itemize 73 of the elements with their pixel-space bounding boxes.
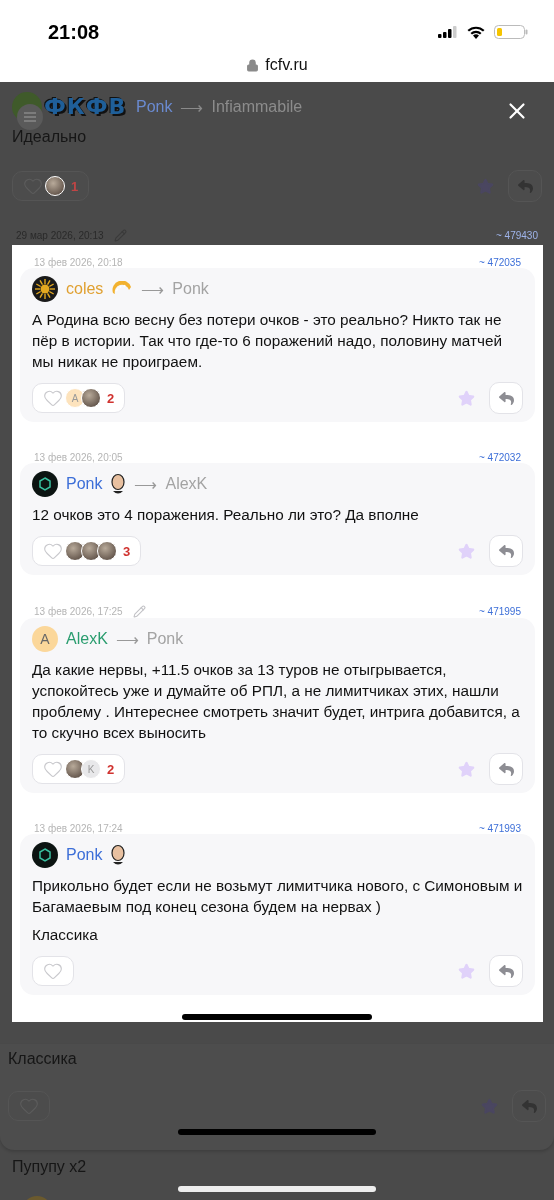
star-icon xyxy=(458,760,475,778)
like-count: 2 xyxy=(107,761,115,777)
liker-avatar: A xyxy=(65,388,85,408)
author-name[interactable]: Ponk xyxy=(66,846,103,864)
liker-avatar-icon xyxy=(65,541,85,561)
person-icon xyxy=(110,844,127,866)
star-icon xyxy=(458,962,475,980)
comment-date: 13 фев 2026, 20:18 xyxy=(34,257,123,268)
reply-icon xyxy=(498,543,514,559)
like-button[interactable]: 3 xyxy=(32,536,142,566)
reply-button[interactable] xyxy=(508,170,542,202)
comment-date: 13 фев 2026, 20:05 xyxy=(34,452,123,463)
recipient-name[interactable]: Ponk xyxy=(172,280,209,298)
comment-text: Да какие нервы, +11.5 очков за 13 туров не отыгрывается, успокойтесь уже и думайте об РПЛ, а не лимитчиках этих, нашли проблему . Интереснее смотреть значит будет, интрига добавится, а то скучно всех выносить xyxy=(32,660,521,743)
liker-avatar-icon xyxy=(65,759,85,779)
star-icon xyxy=(458,389,475,407)
reply-icon xyxy=(517,178,533,194)
star-icon xyxy=(458,542,475,560)
heart-icon xyxy=(43,388,63,408)
liker-avatar-icon xyxy=(97,541,117,561)
menu-button[interactable] xyxy=(17,104,43,130)
signal-icon xyxy=(438,26,458,38)
comment-text: Классика xyxy=(8,1050,78,1068)
reply-icon xyxy=(498,761,514,777)
like-count: 3 xyxy=(123,543,131,559)
like-button[interactable]: A 2 xyxy=(32,383,126,413)
author-name[interactable]: Ponk xyxy=(66,475,103,493)
lock-icon xyxy=(246,58,260,72)
liker-avatar-icon xyxy=(45,176,65,196)
arrow-icon: ⟶ xyxy=(115,629,139,649)
avatar-icon xyxy=(32,842,58,868)
battery-icon xyxy=(494,25,528,39)
arrow-icon: ⟶ xyxy=(180,97,204,117)
reply-icon xyxy=(498,963,514,979)
comment-link[interactable]: ~ 471993 xyxy=(479,823,521,834)
arrow-icon: ⟶ xyxy=(134,474,158,494)
like-count: 2 xyxy=(107,390,115,406)
status-time: 21:08 xyxy=(48,20,100,44)
comment-text: 12 очков это 4 поражения. Реально ли это? Да вполне xyxy=(32,505,420,525)
recipient-name[interactable]: Infiammabile xyxy=(211,98,303,116)
pastry-icon xyxy=(111,281,134,297)
avatar: A xyxy=(32,626,58,652)
menu-icon xyxy=(23,112,37,122)
comment-text: Прикольно будет если не возьмут лимитчика нового, с Симоновым и Багамаевым под конец сезона будем на нервах ) xyxy=(32,876,523,917)
comment-text: Классика xyxy=(32,925,99,945)
avatar-icon xyxy=(32,471,58,497)
recipient-name[interactable]: Ponk xyxy=(146,630,184,648)
heart-icon xyxy=(43,759,63,779)
reply-icon xyxy=(521,1098,537,1114)
comment-date: 13 фев 2026, 17:25 xyxy=(34,606,123,617)
comment-link[interactable]: ~ 472032 xyxy=(479,452,521,463)
reply-icon xyxy=(498,390,514,406)
like-button[interactable]: K 2 xyxy=(32,754,126,784)
heart-icon xyxy=(43,961,63,981)
liker-avatar-icon xyxy=(81,388,101,408)
heart-icon xyxy=(43,541,63,561)
comment-link[interactable]: ~ 471995 xyxy=(479,606,521,617)
like-count: 1 xyxy=(71,178,79,194)
url-text[interactable]: fcfv.ru xyxy=(265,56,308,74)
person-icon xyxy=(110,473,127,495)
author-name[interactable]: Ponk xyxy=(136,98,173,116)
arrow-icon: ⟶ xyxy=(141,279,165,299)
liker-avatar: K xyxy=(81,759,101,779)
comment-link[interactable]: ~ 472035 xyxy=(479,257,521,268)
comment-link[interactable]: ~ 479430 xyxy=(496,229,538,241)
avatar-icon xyxy=(32,276,58,302)
author-name[interactable]: AlexK xyxy=(66,630,108,648)
comment-date: 13 фев 2026, 17:24 xyxy=(34,823,123,834)
recipient-name[interactable]: AlexK xyxy=(165,475,208,493)
wifi-icon xyxy=(466,25,486,39)
comment-text: А Родина всю весну без потери очков - это реально? Никто так не пёр в истории. Так что где-то 6 поражений надо, половину матчей мы никак не проиграем. xyxy=(32,310,503,372)
liker-avatar-icon xyxy=(81,541,101,561)
reply-button[interactable] xyxy=(512,1090,546,1122)
